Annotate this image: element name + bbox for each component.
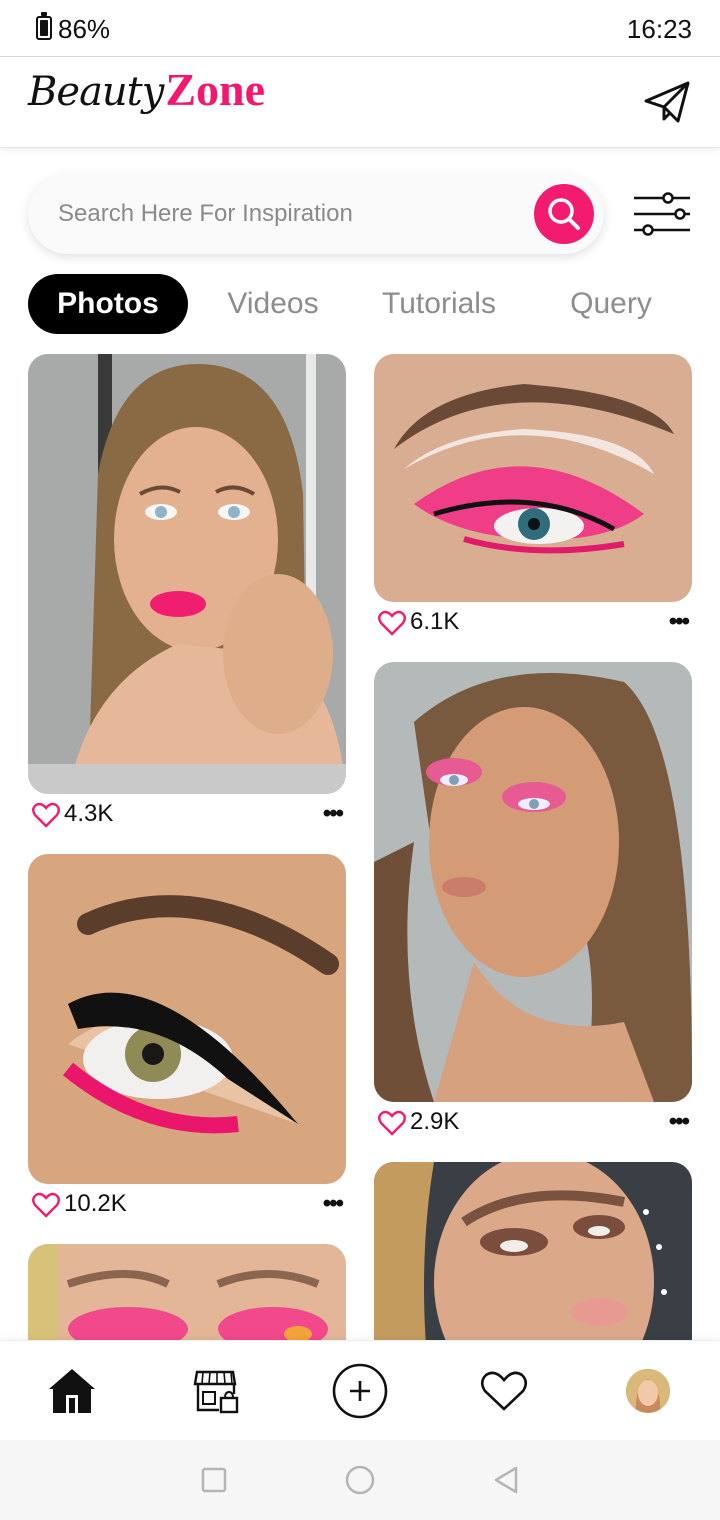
feed-photo[interactable]	[374, 354, 692, 602]
more-options-button[interactable]: •••	[323, 1190, 344, 1218]
app-header: Beauty Zone	[0, 56, 720, 148]
back-icon[interactable]	[490, 1464, 522, 1496]
more-options-button[interactable]: •••	[669, 1108, 690, 1136]
feed-photo[interactable]	[28, 854, 346, 1184]
battery-percentage: 86%	[58, 14, 111, 44]
profile-avatar	[626, 1369, 670, 1413]
search-icon	[548, 198, 580, 230]
search-input[interactable]	[58, 194, 518, 234]
nav-favorites[interactable]	[476, 1363, 532, 1419]
card-meta: 6.1K •••	[374, 604, 692, 644]
add-icon	[332, 1363, 388, 1419]
tab-query[interactable]: Query	[554, 274, 668, 334]
card-meta: 4.3K •••	[28, 796, 346, 836]
feed-card: 10.2K •••	[28, 854, 346, 1224]
bottom-navigation	[0, 1340, 720, 1440]
like-heart-icon[interactable]	[378, 1110, 406, 1136]
home-icon	[49, 1369, 95, 1413]
sliders-icon[interactable]	[632, 190, 692, 240]
like-count: 6.1K	[410, 608, 460, 635]
feed-photo[interactable]	[374, 1162, 692, 1340]
heart-icon	[480, 1371, 528, 1411]
like-count: 4.3K	[64, 800, 114, 827]
status-time: 16:23	[626, 14, 692, 44]
like-heart-icon[interactable]	[32, 802, 60, 828]
card-meta: 10.2K •••	[28, 1186, 346, 1226]
tab-videos[interactable]: Videos	[208, 274, 338, 334]
tab-tutorials[interactable]: Tutorials	[366, 274, 512, 334]
paper-plane-icon[interactable]	[642, 77, 692, 127]
like-heart-icon[interactable]	[32, 1192, 60, 1218]
like-heart-icon[interactable]	[378, 610, 406, 636]
content-tabs: Photos Videos Tutorials Query	[28, 274, 692, 334]
like-count: 2.9K	[410, 1108, 460, 1135]
more-options-button[interactable]: •••	[669, 608, 690, 636]
nav-add[interactable]	[330, 1361, 390, 1421]
search-button[interactable]	[534, 184, 594, 244]
nav-home[interactable]	[44, 1363, 100, 1419]
app-logo: Beauty Zone	[28, 63, 265, 143]
nav-shop[interactable]	[188, 1363, 244, 1419]
feed-card: 2.9K •••	[374, 662, 692, 1142]
logo-script-text: Beauty	[28, 69, 164, 115]
feed-photo[interactable]	[28, 1244, 346, 1340]
shop-icon	[193, 1370, 239, 1414]
feed-photo[interactable]	[374, 662, 692, 1102]
recents-icon[interactable]	[198, 1464, 230, 1496]
feed-card: 4.3K •••	[28, 354, 346, 834]
nav-profile[interactable]	[620, 1363, 676, 1419]
logo-bold-text: Zone	[165, 64, 266, 115]
feed-photo[interactable]	[28, 354, 346, 794]
home-circle-icon[interactable]	[344, 1464, 376, 1496]
more-options-button[interactable]: •••	[323, 800, 344, 828]
search-bar	[28, 174, 604, 254]
feed-card	[374, 1162, 692, 1340]
system-navigation	[0, 1440, 720, 1520]
status-bar: 86% 16:23	[0, 0, 720, 56]
like-count: 10.2K	[64, 1190, 127, 1217]
card-meta: 2.9K •••	[374, 1104, 692, 1144]
feed-card: 6.1K •••	[374, 354, 692, 644]
battery-icon	[36, 12, 52, 40]
tab-photos[interactable]: Photos	[28, 274, 188, 334]
feed-card	[28, 1244, 346, 1340]
